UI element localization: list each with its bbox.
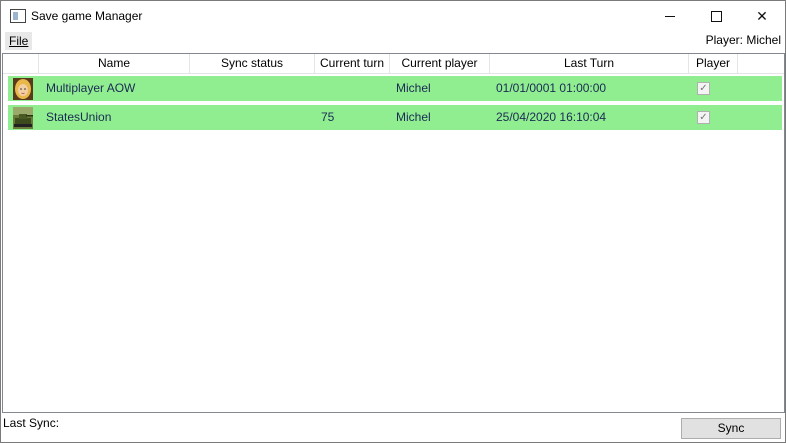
sync-button[interactable]: Sync — [681, 418, 781, 439]
maximize-icon — [710, 10, 722, 22]
header-current-player[interactable]: Current player — [390, 54, 490, 73]
table-row[interactable]: Multiplayer AOW Michel 01/01/0001 01:00:… — [8, 76, 782, 101]
tank-avatar-icon — [13, 107, 33, 129]
row-name: Multiplayer AOW — [46, 81, 136, 95]
header-icon-column — [3, 54, 39, 73]
window-title: Save game Manager — [31, 9, 143, 23]
row-current-player: Michel — [396, 110, 431, 124]
row-player-checkbox[interactable]: ✓ — [697, 82, 710, 95]
header-sync-status[interactable]: Sync status — [190, 54, 315, 73]
close-button[interactable]: ✕ — [739, 1, 785, 31]
menu-bar: File Player: Michel — [1, 31, 785, 51]
current-player-label: Player: Michel — [705, 33, 781, 47]
close-icon: ✕ — [756, 7, 768, 24]
row-last-turn: 25/04/2020 16:10:04 — [496, 110, 607, 124]
last-sync-label: Last Sync: — [3, 416, 60, 430]
menu-file[interactable]: File — [5, 32, 33, 50]
app-icon — [10, 9, 26, 23]
row-name: StatesUnion — [46, 110, 112, 124]
title-bar: Save game Manager ✕ — [1, 1, 785, 31]
app-window: Save game Manager ✕ File Player: Michel … — [0, 0, 786, 443]
minimize-button[interactable] — [647, 1, 693, 31]
row-current-turn: 75 — [321, 110, 335, 124]
minimize-icon — [665, 15, 675, 17]
row-current-player: Michel — [396, 81, 431, 95]
savegame-table[interactable]: Name Sync status Current turn Current pl… — [2, 53, 785, 413]
row-last-turn: 01/01/0001 01:00:00 — [496, 81, 607, 95]
row-player-checkbox[interactable]: ✓ — [697, 111, 710, 124]
header-name[interactable]: Name — [39, 54, 190, 73]
table-header: Name Sync status Current turn Current pl… — [3, 54, 784, 74]
table-row[interactable]: StatesUnion 75 Michel 25/04/2020 16:10:0… — [8, 105, 782, 130]
portrait-avatar-icon — [13, 78, 33, 100]
header-last-turn[interactable]: Last Turn — [490, 54, 689, 73]
header-current-turn[interactable]: Current turn — [315, 54, 390, 73]
maximize-button[interactable] — [693, 1, 739, 31]
header-player[interactable]: Player — [689, 54, 738, 73]
